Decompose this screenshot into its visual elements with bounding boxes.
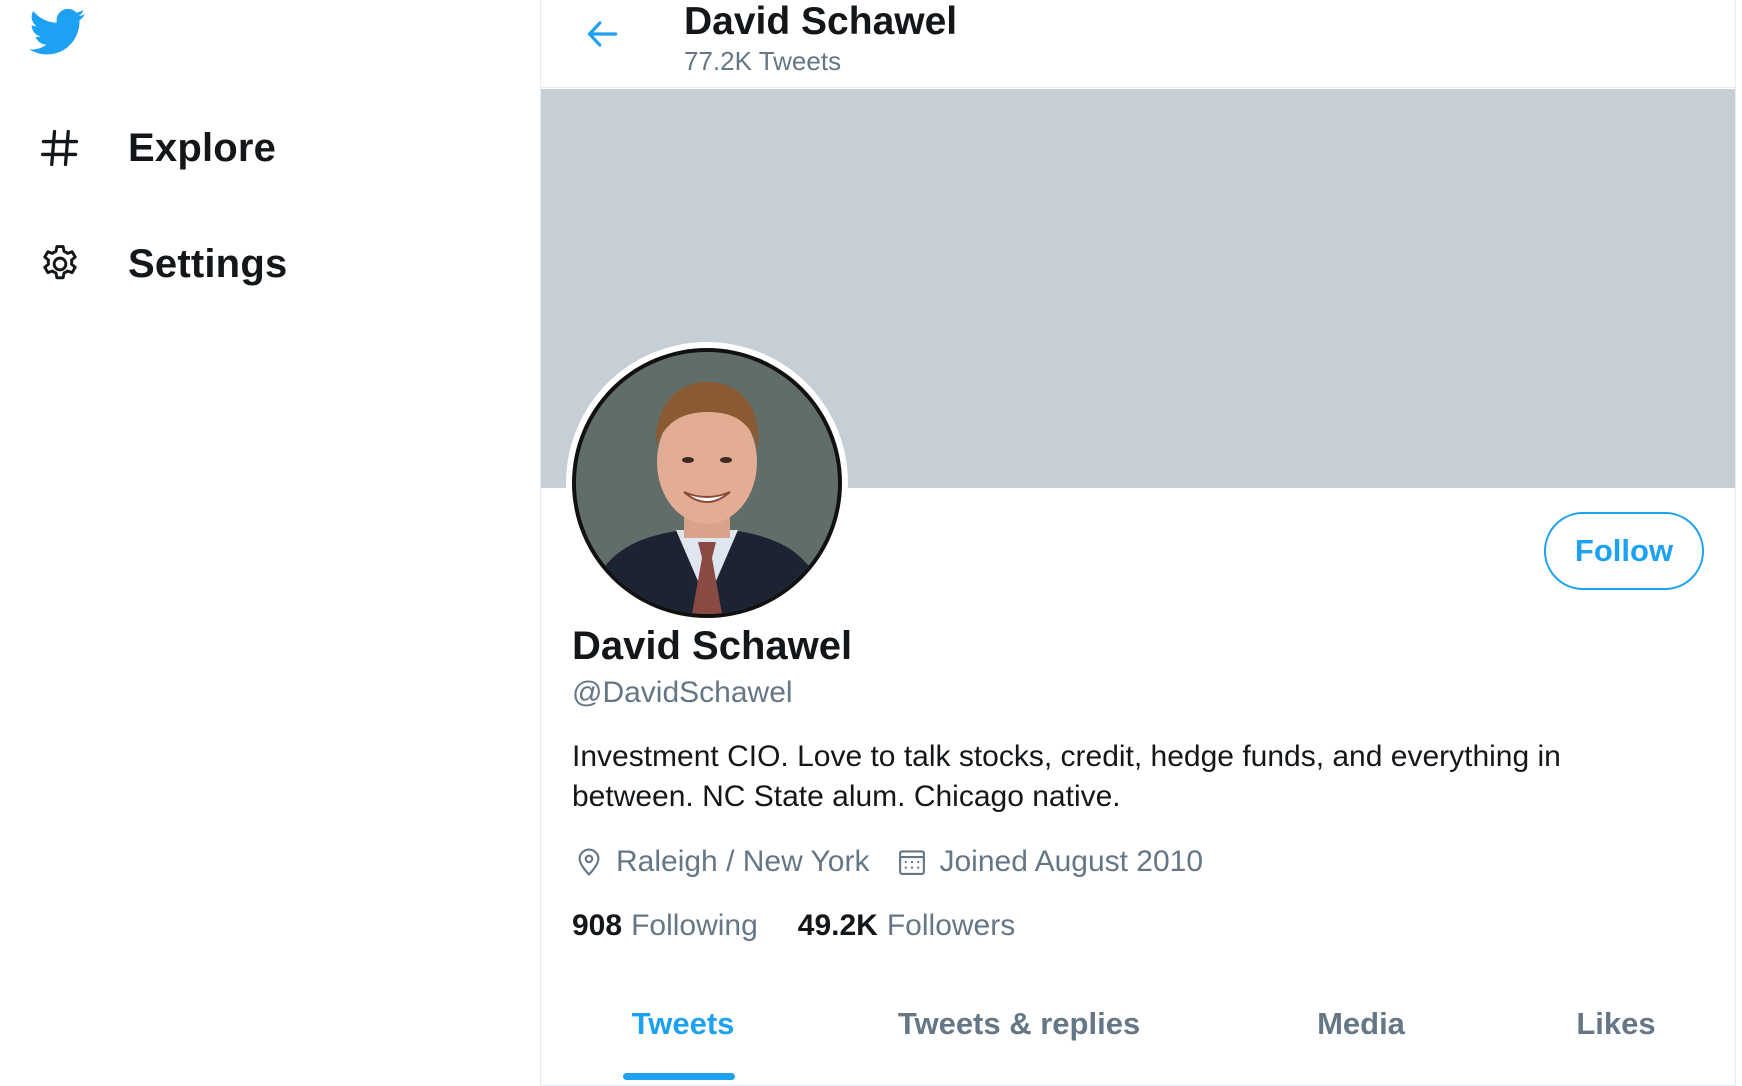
sidebar-item-label: Explore [128,125,277,170]
profile-location: Raleigh / New York [572,845,869,879]
gear-icon [36,240,84,288]
tab-label: Tweets & replies [897,1006,1141,1041]
profile-joined: Joined August 2010 [895,845,1203,879]
back-arrow-icon [584,15,622,58]
joined-text: Joined August 2010 [939,845,1204,878]
tab-tweets-replies[interactable]: Tweets & replies [897,986,1141,1084]
sidebar-item-label: Settings [128,241,288,286]
profile-bio: Investment CIO. Love to talk stocks, cre… [572,740,1561,813]
following-label: Following [631,909,758,942]
sidebar-item-settings[interactable]: Settings [36,234,287,294]
avatar-photo [572,348,842,618]
profile-header-bar: David Schawel 77.2K Tweets [541,0,1735,88]
followers-link[interactable]: 49.2K Followers [798,909,1015,943]
tab-label: Tweets [631,1006,735,1041]
following-count: 908 [572,909,623,942]
page-title: David Schawel [684,0,958,43]
tab-media[interactable]: Media [1311,986,1411,1084]
profile-meta: Raleigh / New York Joined August 2010 [572,840,1229,884]
calendar-icon [895,845,929,879]
tab-label: Likes [1576,1006,1656,1041]
tweet-count: 77.2K Tweets [684,46,842,76]
follow-button[interactable]: Follow [1544,512,1704,590]
sidebar: Explore Settings [0,0,540,1086]
twitter-bird-icon[interactable] [29,8,90,58]
active-tab-indicator [623,1073,735,1080]
hashtag-icon [36,124,84,172]
avatar[interactable] [566,342,848,624]
followers-label: Followers [886,909,1016,942]
profile-column: David Schawel 77.2K Tweets Follow David … [540,0,1736,1086]
following-link[interactable]: 908 Following [572,909,758,943]
sidebar-item-explore[interactable]: Explore [36,118,276,178]
profile-tabs: Tweets Tweets & replies Media Likes [541,986,1735,1086]
profile-name: David Schawel [572,624,853,668]
location-text: Raleigh / New York [616,845,870,878]
profile-stats: 908 Following 49.2K Followers [572,906,1055,946]
tab-tweets[interactable]: Tweets [623,986,743,1084]
back-button[interactable] [581,14,625,58]
profile-handle: @DavidSchawel [572,676,793,709]
tab-label: Media [1317,1006,1405,1041]
tab-likes[interactable]: Likes [1571,986,1661,1084]
followers-count: 49.2K [797,909,878,942]
location-pin-icon [572,845,606,879]
